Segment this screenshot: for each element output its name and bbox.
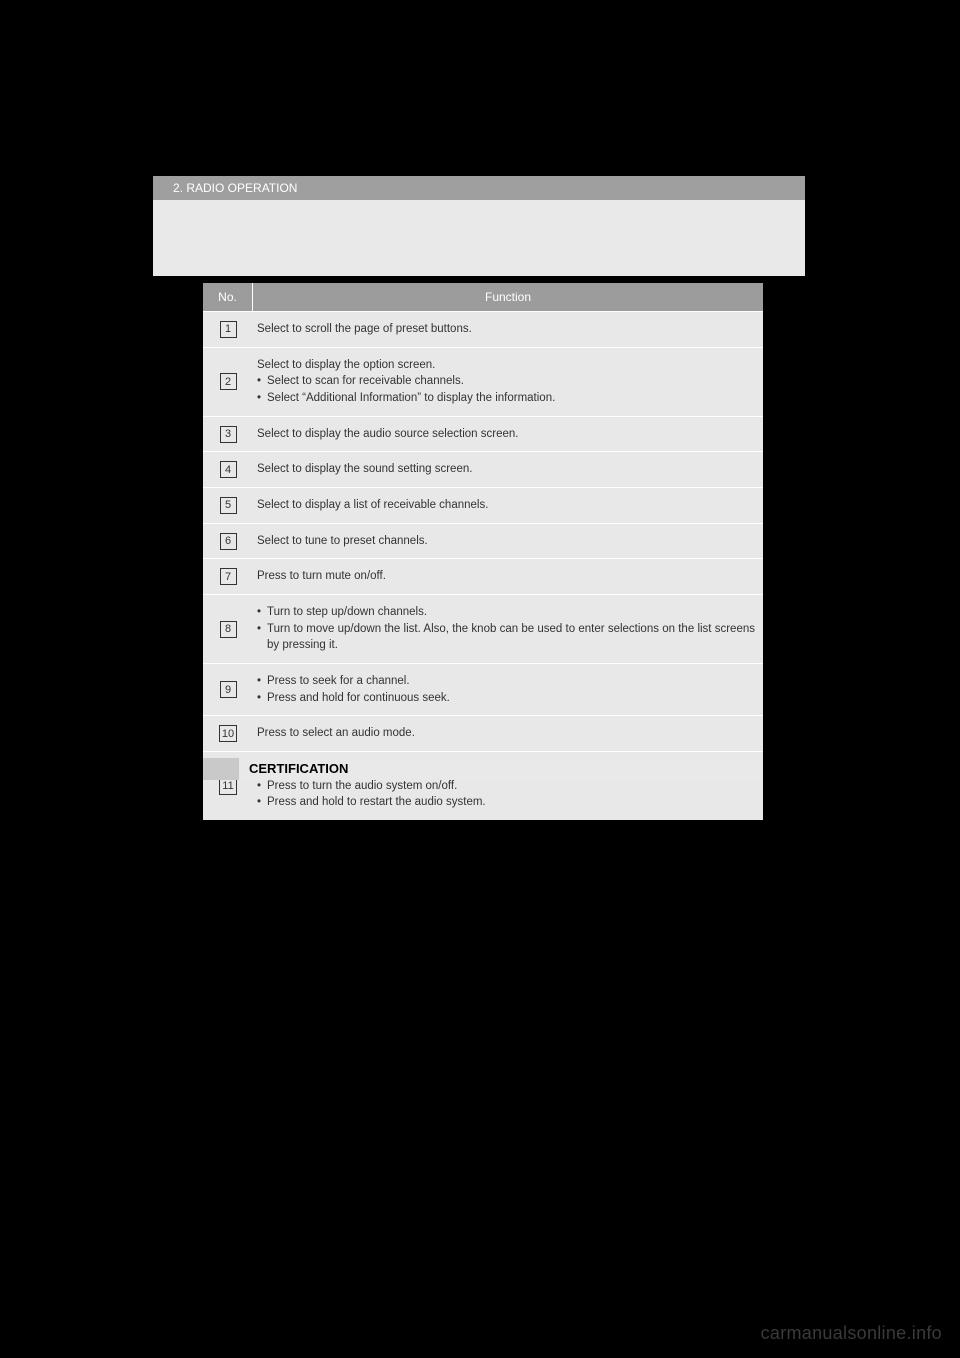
function-text: Select to display the audio source selec… [257, 426, 755, 443]
bullet-line: •Select “Additional Information” to disp… [257, 390, 755, 407]
table-cell-no: 6 [203, 524, 253, 559]
watermark-text: carmanualsonline.info [761, 1323, 942, 1344]
bullet-line: •Press to turn the audio system on/off. [257, 778, 755, 795]
table-header-function: Function [253, 283, 763, 311]
bullet-text: Press and hold for continuous seek. [267, 690, 755, 707]
bullet-icon: • [257, 778, 267, 795]
table-cell-no: 2 [203, 348, 253, 416]
function-text: Select to display the option screen. [257, 357, 755, 374]
table-cell-function: Select to display a list of receivable c… [253, 488, 763, 523]
table-body: 1 Select to scroll the page of preset but… [203, 311, 763, 820]
number-box-icon: 8 [220, 621, 237, 638]
bullet-text: Press and hold to restart the audio syst… [267, 794, 755, 811]
table-cell-function: Select to display the option screen.•Sel… [253, 348, 763, 416]
function-text: Select to display the sound setting scre… [257, 461, 755, 478]
table-row: 9 •Press to seek for a channel.•Press and… [203, 663, 763, 715]
table-cell-function: Select to scroll the page of preset butt… [253, 312, 763, 347]
table-cell-no: 8 [203, 595, 253, 663]
table-cell-function: Select to display the sound setting scre… [253, 452, 763, 487]
function-text: Select to scroll the page of preset butt… [257, 321, 755, 338]
number-box-icon: 6 [220, 533, 237, 550]
bullet-icon: • [257, 794, 267, 811]
table-row: 5 Select to display a list of receivable … [203, 487, 763, 523]
bullet-text: Turn to move up/down the list. Also, the… [267, 621, 755, 654]
bullet-icon: • [257, 390, 267, 407]
bullet-icon: • [257, 673, 267, 690]
bullet-line: •Press to seek for a channel. [257, 673, 755, 690]
number-box-icon: 11 [219, 778, 236, 795]
table-cell-function: Press to select an audio mode. [253, 716, 763, 751]
table-cell-no: 9 [203, 664, 253, 715]
bullet-text: Turn to step up/down channels. [267, 604, 755, 621]
bullet-line: •Turn to move up/down the list. Also, th… [257, 621, 755, 654]
table-header-row: No. Function [203, 283, 763, 311]
table-cell-no: 4 [203, 452, 253, 487]
table-header-no: No. [203, 283, 253, 311]
function-text: Select to display a list of receivable c… [257, 497, 755, 514]
table-row: 2Select to display the option screen.•Se… [203, 347, 763, 416]
number-box-icon: 1 [220, 321, 237, 338]
bullet-text: Select “Additional Information” to displ… [267, 390, 755, 407]
table-cell-no: 7 [203, 559, 253, 594]
table-cell-function: Press to turn mute on/off. [253, 559, 763, 594]
function-text: Press to turn mute on/off. [257, 568, 755, 585]
section-header-band: 2. RADIO OPERATION [153, 176, 805, 200]
number-box-icon: 10 [219, 725, 237, 742]
table-cell-no: 5 [203, 488, 253, 523]
bullet-icon: • [257, 373, 267, 390]
bullet-icon: • [257, 604, 267, 621]
function-table: No. Function 1 Select to scroll the page … [203, 283, 763, 820]
table-cell-function: •Turn to step up/down channels.•Turn to … [253, 595, 763, 663]
number-box-icon: 9 [220, 681, 237, 698]
table-row: 1 Select to scroll the page of preset but… [203, 311, 763, 347]
bullet-text: Press to seek for a channel. [267, 673, 755, 690]
table-cell-function: Select to tune to preset channels. [253, 524, 763, 559]
table-cell-no: 1 [203, 312, 253, 347]
bullet-icon: • [257, 621, 267, 654]
bullet-line: •Turn to step up/down channels. [257, 604, 755, 621]
table-row: 10 Press to select an audio mode. [203, 715, 763, 751]
table-cell-function: Select to display the audio source selec… [253, 417, 763, 452]
bullet-text: Select to scan for receivable channels. [267, 373, 755, 390]
bullet-line: •Press and hold for continuous seek. [257, 690, 755, 707]
table-row: 3 Select to display the audio source sele… [203, 416, 763, 452]
table-cell-function: •Press to seek for a channel.•Press and … [253, 664, 763, 715]
bullet-line: •Press and hold to restart the audio sys… [257, 794, 755, 811]
table-row: 4 Select to display the sound setting scr… [203, 451, 763, 487]
number-box-icon: 5 [220, 497, 237, 514]
bullet-text: Press to turn the audio system on/off. [267, 778, 755, 795]
number-box-icon: 4 [220, 461, 237, 478]
bullet-line: •Select to scan for receivable channels. [257, 373, 755, 390]
table-row: 8 •Turn to step up/down channels.•Turn to… [203, 594, 763, 663]
section-header-text: 2. RADIO OPERATION [153, 176, 805, 200]
certification-bar: CERTIFICATION [203, 758, 763, 780]
header-spacer [153, 200, 805, 276]
number-box-icon: 2 [220, 373, 237, 390]
table-row: 7 Press to turn mute on/off. [203, 558, 763, 594]
table-cell-no: 10 [203, 716, 253, 751]
function-text: Select to tune to preset channels. [257, 533, 755, 550]
function-text: Press to select an audio mode. [257, 725, 755, 742]
bullet-icon: • [257, 690, 267, 707]
number-box-icon: 3 [220, 426, 237, 443]
number-box-icon: 7 [220, 568, 237, 585]
certification-label: CERTIFICATION [239, 758, 763, 780]
certification-tab [203, 758, 239, 780]
table-row: 6 Select to tune to preset channels. [203, 523, 763, 559]
table-cell-no: 3 [203, 417, 253, 452]
